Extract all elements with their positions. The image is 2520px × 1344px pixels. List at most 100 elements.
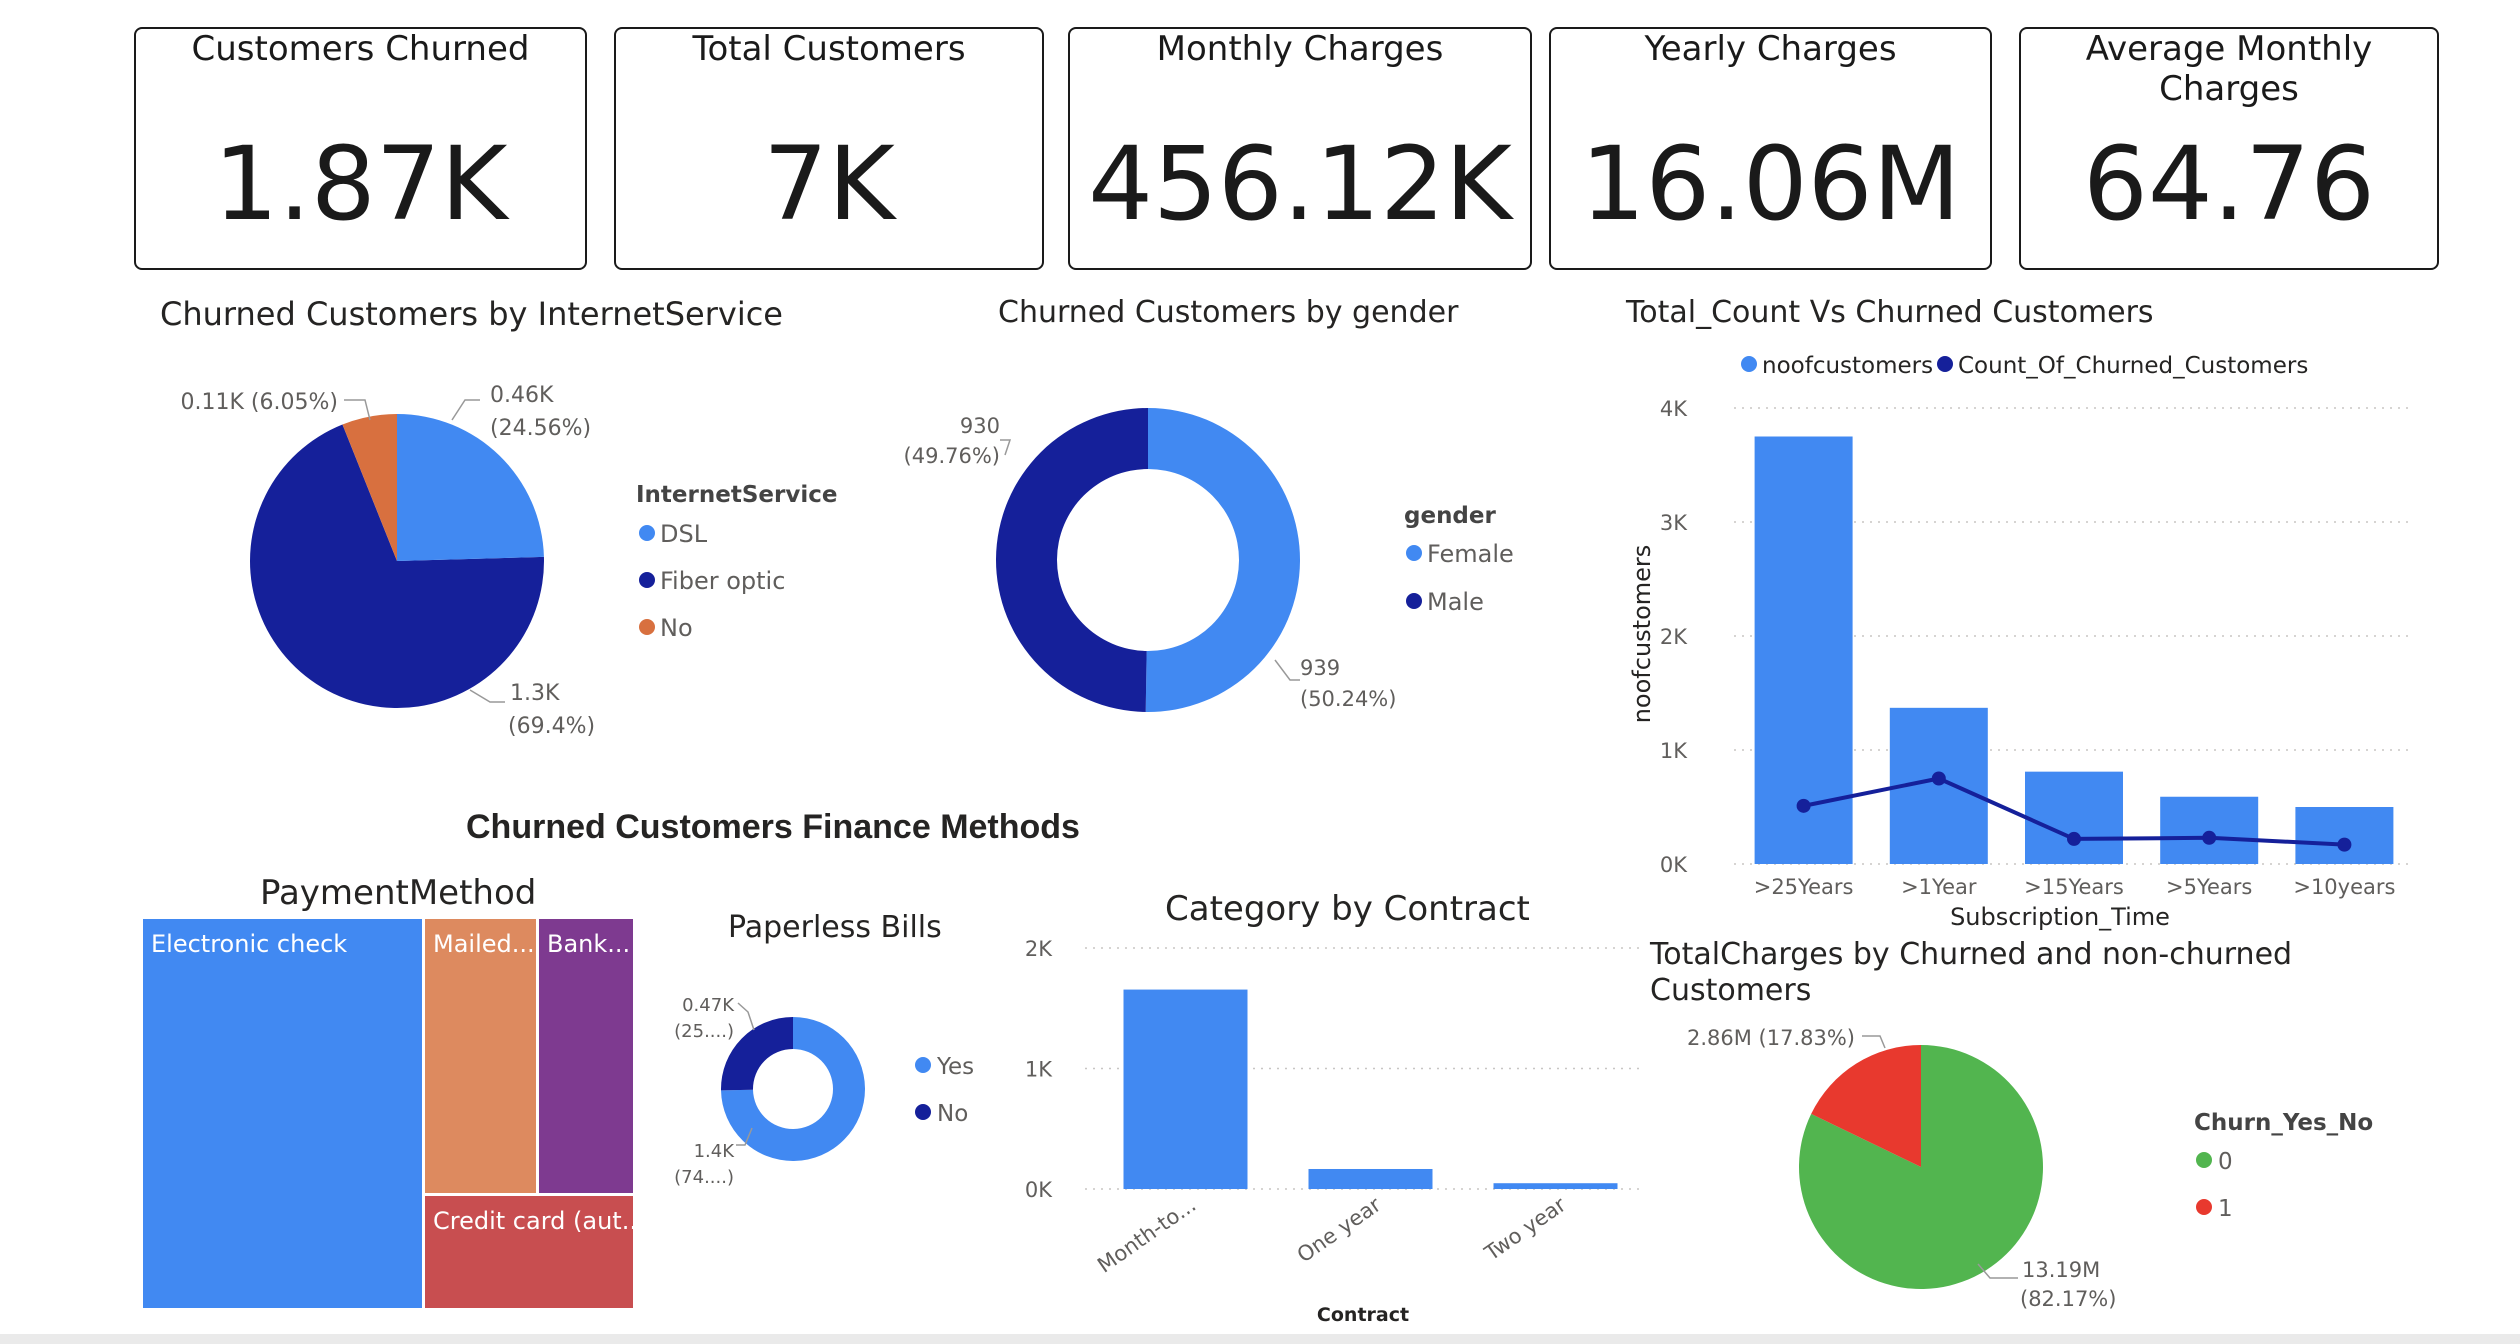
x-tick-label: Two year [1480, 1192, 1571, 1266]
treemap-label-mailed-check: Mailed... [433, 930, 535, 958]
legend-title: Churn_Yes_No [2194, 1110, 2373, 1136]
treemap-cell-electronic-check[interactable] [143, 919, 422, 1308]
data-label-fiber-pct: (69.4%) [508, 714, 595, 739]
treemap-cell-bank-transfer[interactable] [539, 919, 633, 1193]
legend-marker-fiber [639, 572, 655, 588]
leader-line [451, 399, 480, 421]
legend-item-fiber-optic[interactable]: Fiber optic [660, 567, 785, 595]
footer-bar [0, 1334, 2520, 1344]
paperless-donut: 0.47K (25....) 1.4K (74....) Yes No [674, 995, 974, 1188]
bar-contract[interactable] [1493, 1183, 1618, 1189]
legend-item-noofcustomers[interactable]: noofcustomers [1762, 353, 1933, 379]
y-tick-label: 4K [1660, 397, 1688, 421]
payment-method-treemap: Electronic check Mailed... Bank... Credi… [143, 919, 645, 1308]
legend-item-male[interactable]: Male [1427, 588, 1484, 616]
line-point-churned[interactable] [1931, 771, 1946, 786]
leader-line [1000, 439, 1012, 456]
treemap-cell-mailed-check[interactable] [425, 919, 536, 1193]
y-axis: 0K 1K 2K 3K 4K [1660, 397, 1688, 877]
bar-noofcustomers[interactable] [2025, 771, 2123, 864]
legend-item-churned[interactable]: Count_Of_Churned_Customers [1958, 353, 2308, 379]
legend-item-no[interactable]: No [660, 614, 693, 642]
total-charges-pie: 2.86M (17.83%) 13.19M (82.17%) Churn_Yes… [1687, 1026, 2373, 1311]
data-label-male: 930 [960, 414, 1000, 438]
legend-item-yes[interactable]: Yes [936, 1054, 974, 1080]
legend-title: gender [1404, 503, 1497, 529]
bars [1123, 989, 1618, 1189]
legend-item-female[interactable]: Female [1427, 540, 1514, 568]
legend-marker-noofcustomers [1741, 356, 1757, 372]
legend-item-no[interactable]: No [937, 1101, 968, 1127]
treemap-label-bank-transfer: Bank... [547, 930, 630, 958]
legend-marker-female [1406, 545, 1422, 561]
data-label-no-pct: (25....) [674, 1021, 734, 1042]
legend-marker-1 [2196, 1199, 2212, 1215]
y-tick-label: 0K [1660, 853, 1688, 877]
bars [1754, 436, 2394, 864]
legend-title: InternetService [636, 482, 837, 508]
y-tick-label: 0K [1025, 1178, 1053, 1202]
x-tick-label: >1Year [1901, 875, 1977, 899]
y-tick-label: 2K [1025, 937, 1053, 961]
bar-noofcustomers[interactable] [2295, 807, 2394, 864]
x-tick-label: >15Years [2024, 875, 2124, 899]
contract-bar-chart: 0K 1K 2K Month-to... One year Two year C… [1025, 937, 1640, 1326]
y-tick-label: 1K [1025, 1058, 1053, 1082]
leader-line [469, 689, 505, 703]
gender-donut: 930 (49.76%) 939 (50.24%) gender Female … [904, 407, 1514, 712]
x-tick-label: >25Years [1754, 875, 1854, 899]
bar-contract[interactable] [1308, 1168, 1433, 1189]
data-label-female-pct: (50.24%) [1300, 687, 1396, 711]
y-tick-label: 2K [1660, 625, 1688, 649]
data-label-female: 939 [1300, 656, 1340, 680]
data-label-no: 0.47K [682, 995, 735, 1016]
legend-marker-male [1406, 593, 1422, 609]
data-label-male-pct: (49.76%) [904, 444, 1000, 468]
legend-marker-no [639, 619, 655, 635]
data-label-yes: 1.4K [694, 1141, 736, 1162]
y-tick-label: 1K [1660, 739, 1688, 763]
legend-item-dsl[interactable]: DSL [660, 520, 708, 548]
legend-marker-yes [915, 1057, 931, 1073]
x-axis: Month-to... One year Two year [1093, 1192, 1571, 1277]
leader-line [344, 399, 371, 421]
x-axis: >25Years >1Year >15Years >5Years >10year… [1754, 875, 2396, 899]
subscription-combo-chart: noofcustomers Count_Of_Churned_Customers… [1628, 353, 2410, 931]
data-label-0: 13.19M [2022, 1258, 2100, 1282]
line-point-churned[interactable] [2202, 830, 2217, 845]
x-axis-title: Subscription_Time [1950, 903, 2170, 931]
donut-slice-female[interactable] [1145, 407, 1301, 712]
legend-marker-no [915, 1104, 931, 1120]
treemap-label-electronic-check: Electronic check [151, 930, 347, 958]
treemap-label-credit-card: Credit card (aut... [433, 1207, 645, 1235]
legend-item-0[interactable]: 0 [2218, 1149, 2233, 1175]
y-tick-label: 3K [1660, 511, 1688, 535]
bar-contract[interactable] [1123, 989, 1248, 1189]
charts-canvas: 0.11K (6.05%) 0.46K (24.56%) 1.3K (69.4%… [143, 353, 2410, 1326]
y-axis: 0K 1K 2K [1025, 937, 1053, 1202]
legend-marker-dsl [639, 525, 655, 541]
internet-service-pie: 0.11K (6.05%) 0.46K (24.56%) 1.3K (69.4%… [181, 383, 838, 739]
donut-slice-male[interactable] [996, 407, 1148, 712]
data-label-dsl: 0.46K [490, 383, 554, 408]
line-point-churned[interactable] [1796, 798, 1811, 813]
x-tick-label: >10years [2293, 875, 2395, 899]
x-axis-title: Contract [1317, 1304, 1409, 1326]
legend-marker-churned [1937, 356, 1953, 372]
line-point-churned[interactable] [2337, 837, 2352, 852]
legend-item-1[interactable]: 1 [2218, 1196, 2233, 1222]
data-label-dsl-pct: (24.56%) [490, 416, 591, 441]
x-tick-label: One year [1293, 1192, 1386, 1267]
data-label-no: 0.11K (6.05%) [181, 390, 338, 415]
data-label-0-pct: (82.17%) [2020, 1287, 2116, 1311]
x-tick-label: >5Years [2166, 875, 2252, 899]
y-axis-title: noofcustomers [1628, 545, 1656, 724]
data-label-fiber: 1.3K [510, 681, 560, 706]
leader-line [737, 1002, 755, 1031]
x-tick-label: Month-to... [1093, 1192, 1200, 1277]
bar-noofcustomers[interactable] [2160, 796, 2259, 864]
leader-line [1862, 1035, 1886, 1049]
line-point-churned[interactable] [2067, 831, 2081, 846]
legend-marker-0 [2196, 1152, 2212, 1168]
data-label-1: 2.86M (17.83%) [1687, 1026, 1855, 1050]
